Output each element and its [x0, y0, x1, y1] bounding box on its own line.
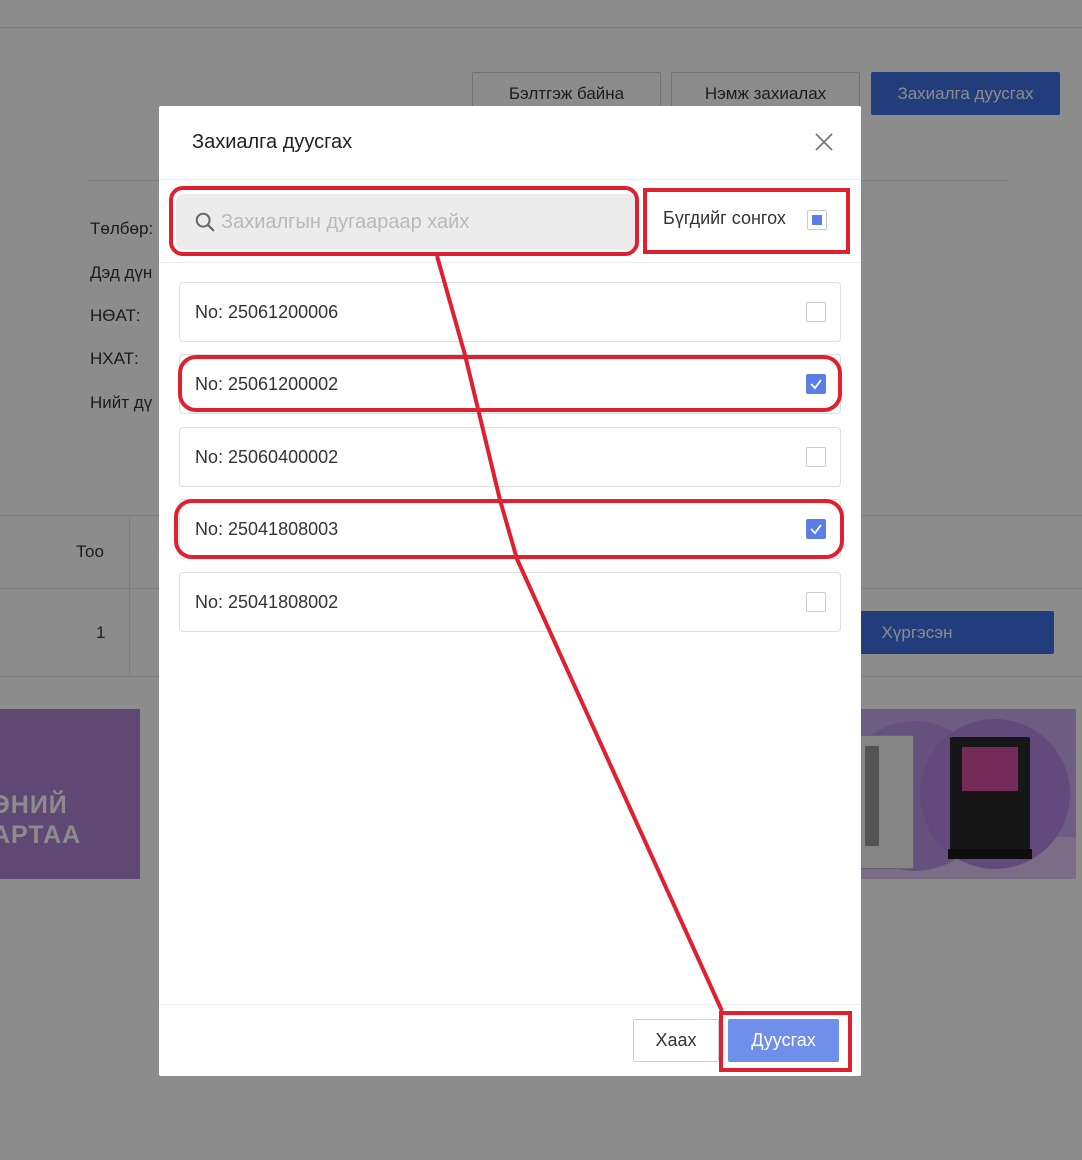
annotation-connector	[435, 255, 724, 1012]
